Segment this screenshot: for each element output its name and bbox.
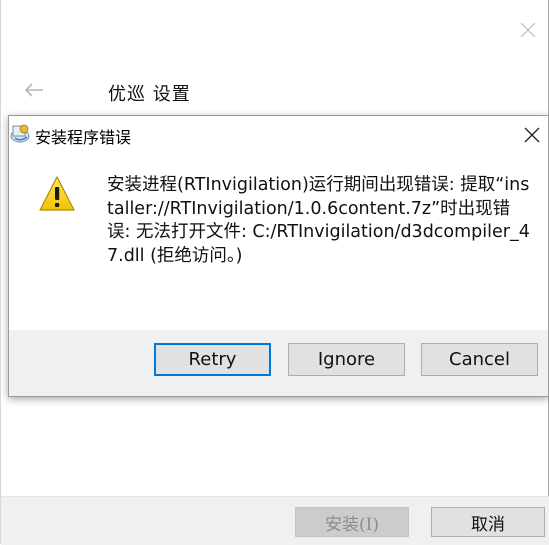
warning-icon — [37, 174, 77, 214]
ignore-button[interactable]: Ignore — [288, 343, 405, 376]
retry-button[interactable]: Retry — [154, 343, 271, 376]
error-dialog: 安装程序错误 安装进程(RTInvigilation)运行期间出现错误: 提取“… — [8, 115, 549, 397]
cancel-button[interactable]: Cancel — [421, 343, 538, 376]
dialog-close-icon[interactable] — [522, 125, 542, 145]
installer-title: 优巡 设置 — [108, 84, 191, 105]
dialog-button-bar: Retry Ignore Cancel — [9, 330, 548, 396]
install-button[interactable]: 安装(I) — [295, 507, 409, 537]
installer-close-icon[interactable] — [518, 20, 538, 40]
error-message: 安装进程(RTInvigilation)运行期间出现错误: 提取“install… — [107, 175, 530, 266]
installer-cancel-button[interactable]: 取消 — [431, 507, 545, 537]
installer-footer: 安装(I) 取消 — [1, 496, 549, 545]
installer-app-icon — [9, 122, 33, 144]
dialog-title: 安装程序错误 — [35, 128, 132, 147]
back-arrow-icon[interactable] — [23, 82, 45, 98]
